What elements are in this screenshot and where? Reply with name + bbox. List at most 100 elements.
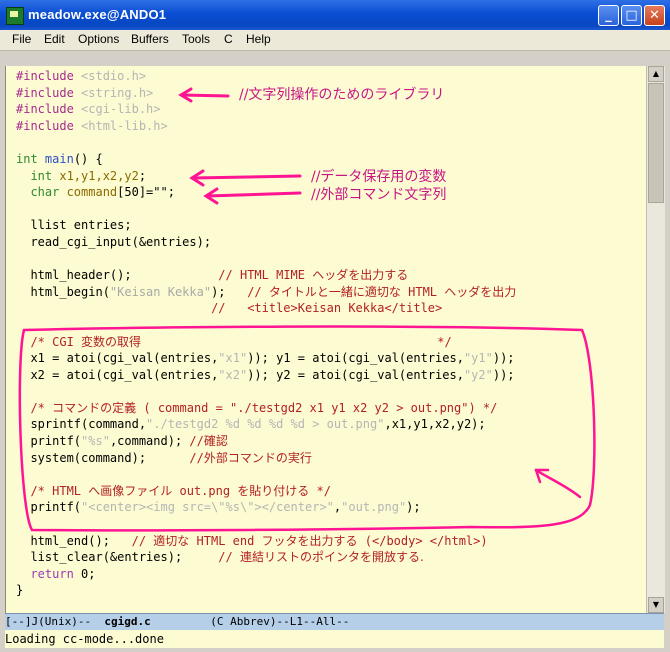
mode-line-status: [--]J(Unix)-- bbox=[5, 615, 105, 628]
menu-tools[interactable]: Tools bbox=[182, 32, 210, 46]
x1-assignment: x1 = atoi(cgi_val(entries, bbox=[16, 351, 219, 366]
int-annotation: //データ保存用の変数 bbox=[311, 169, 447, 185]
list-clear-comment: // bbox=[218, 550, 240, 565]
command-comment-ja: コマンドの定義 bbox=[52, 400, 137, 415]
html-header-comment-ja: ヘッダを出力する bbox=[312, 268, 409, 283]
include-directive: #include bbox=[16, 69, 74, 83]
html-begin-string: "Keisan Kekka" bbox=[109, 284, 212, 299]
x2-line-end: )); bbox=[492, 367, 515, 382]
window-title: meadow.exe@ANDO1 bbox=[28, 7, 167, 22]
vertical-scrollbar[interactable]: ▲ ▼ bbox=[646, 66, 665, 613]
include-file: <stdio.h> bbox=[73, 69, 147, 83]
cgi-comment-end: */ bbox=[141, 334, 452, 349]
html-begin-call: html_begin( bbox=[16, 284, 110, 299]
include-file: <html-lib.h> bbox=[73, 118, 168, 133]
command-comment-rest: ( command = "./testgd2 x1 y1 x2 y2 > out… bbox=[136, 400, 498, 415]
menu-buffers[interactable]: Buffers bbox=[131, 32, 169, 46]
printf2-end: ); bbox=[406, 500, 421, 515]
menu-bar: File Edit Options Buffers Tools C Help bbox=[0, 30, 670, 51]
mode-line-info: (C Abbrev)--L1--All-- bbox=[150, 615, 350, 628]
scrollbar-thumb[interactable] bbox=[648, 83, 664, 203]
system-comment-ja: 外部コマンドの実行 bbox=[203, 450, 312, 465]
include-directive: #include bbox=[16, 102, 74, 117]
y2-key: "y2" bbox=[463, 367, 493, 382]
html-end-comment-tags: (</body> </html>) bbox=[357, 533, 488, 548]
html-end-comment-ja2: フッタを出力する bbox=[261, 533, 358, 548]
minimize-button[interactable]: _ bbox=[598, 5, 619, 26]
x1-line-end: )); bbox=[492, 351, 515, 366]
list-clear-call: list_clear(&entries); bbox=[16, 550, 219, 565]
cgi-comment-ja: 変数の取得 bbox=[81, 334, 142, 349]
html-end-call: html_end(); bbox=[16, 533, 132, 548]
scroll-down-icon[interactable]: ▼ bbox=[648, 597, 664, 613]
html-begin-end: ); bbox=[211, 284, 248, 299]
printf2-filename: "out.png" bbox=[341, 500, 407, 515]
code-editor[interactable]: #include <stdio.h> #include <string.h> #… bbox=[5, 66, 646, 613]
printf2-format: "<center><img src=\"%s\"></center>" bbox=[81, 500, 334, 515]
return-keyword: return bbox=[16, 566, 74, 581]
meadow-app-icon bbox=[6, 7, 24, 25]
scroll-up-icon[interactable]: ▲ bbox=[648, 66, 664, 82]
x1-key: "x1" bbox=[218, 351, 248, 366]
printf-comment-ja: 確認 bbox=[203, 434, 228, 449]
menu-file[interactable]: File bbox=[12, 32, 31, 46]
close-button[interactable]: ✕ bbox=[644, 5, 665, 26]
include-directive: #include bbox=[16, 118, 74, 133]
buffer-name: cgigd.c bbox=[104, 615, 151, 628]
char-variable: command bbox=[59, 185, 118, 200]
printf2-call: printf( bbox=[16, 500, 82, 515]
html-begin-comment: // bbox=[247, 284, 269, 299]
sprintf-format: "./testgd2 %d %d %d %d > out.png" bbox=[146, 417, 385, 432]
read-cgi-call: read_cgi_input(&entries); bbox=[16, 234, 212, 249]
menu-edit[interactable]: Edit bbox=[44, 32, 65, 46]
emacs-window: meadow.exe@ANDO1 _ □ ✕ File Edit Options… bbox=[0, 0, 670, 652]
source-code[interactable]: #include <stdio.h> #include <string.h> #… bbox=[16, 68, 516, 599]
main-signature: () { bbox=[73, 151, 103, 166]
html-image-comment-end: */ bbox=[309, 483, 331, 498]
cgi-comment: /* CGI bbox=[16, 334, 82, 349]
title-bar[interactable]: meadow.exe@ANDO1 _ □ ✕ bbox=[0, 0, 670, 30]
char-keyword: char bbox=[16, 185, 60, 200]
include-annotation: //文字列操作のためのライブラリ bbox=[239, 87, 445, 103]
printf-comment: // bbox=[189, 434, 204, 449]
int-semicolon: ; bbox=[138, 168, 147, 183]
int-variables: x1,y1,x2,y2 bbox=[52, 168, 139, 183]
closing-brace: } bbox=[16, 583, 24, 598]
system-comment: // bbox=[189, 450, 204, 465]
printf-call: printf( bbox=[16, 434, 82, 449]
menu-options[interactable]: Options bbox=[78, 32, 119, 46]
html-begin-comment-ja: タイトルと一緒に適切な bbox=[268, 284, 401, 299]
command-comment: /* bbox=[16, 400, 53, 415]
system-call: system(command); bbox=[16, 450, 190, 465]
html-begin-comment-html: HTML bbox=[400, 284, 445, 299]
mode-line: [--]J(Unix)-- cgigd.c (C Abbrev)--L1--Al… bbox=[5, 613, 664, 630]
html-image-comment-file: out.png bbox=[172, 483, 238, 498]
return-value: 0; bbox=[73, 566, 96, 581]
main-return-type: int bbox=[16, 151, 38, 166]
main-function-name: main bbox=[37, 151, 74, 166]
printf-args: ,command); bbox=[109, 434, 190, 449]
menu-c[interactable]: C bbox=[224, 32, 233, 46]
printf-format: "%s" bbox=[81, 434, 110, 449]
html-begin-comment-ja2: ヘッダを出力 bbox=[444, 284, 517, 299]
y2-assignment: )); y2 = atoi(cgi_val(entries, bbox=[247, 367, 464, 382]
toolbar-gap bbox=[0, 51, 670, 66]
html-image-comment: /* HTML bbox=[16, 483, 89, 498]
html-header-comment: // HTML MIME bbox=[218, 268, 313, 283]
html-image-comment-ja: へ画像ファイル bbox=[88, 483, 173, 498]
html-header-call: html_header(); bbox=[16, 268, 219, 283]
int-keyword: int bbox=[16, 168, 53, 183]
html-image-comment-ja2: を貼り付ける bbox=[237, 483, 310, 498]
y1-assignment: )); y1 = atoi(cgi_val(entries, bbox=[247, 351, 464, 366]
minibuffer[interactable]: Loading cc-mode...done bbox=[5, 630, 664, 648]
html-end-comment: // bbox=[131, 533, 154, 548]
maximize-button[interactable]: □ bbox=[621, 5, 642, 26]
html-end-comment-html: HTML end bbox=[189, 533, 262, 548]
title-comment: // <title>Keisan Kekka</title> bbox=[16, 301, 443, 316]
list-clear-comment-ja: 連結リストのポインタを開放する. bbox=[239, 550, 424, 565]
html-end-comment-ja: 適切な bbox=[153, 533, 190, 548]
include-file: <string.h> bbox=[73, 85, 154, 100]
sprintf-args: ,x1,y1,x2,y2); bbox=[384, 417, 486, 432]
menu-help[interactable]: Help bbox=[246, 32, 271, 46]
include-directive: #include bbox=[16, 85, 74, 100]
